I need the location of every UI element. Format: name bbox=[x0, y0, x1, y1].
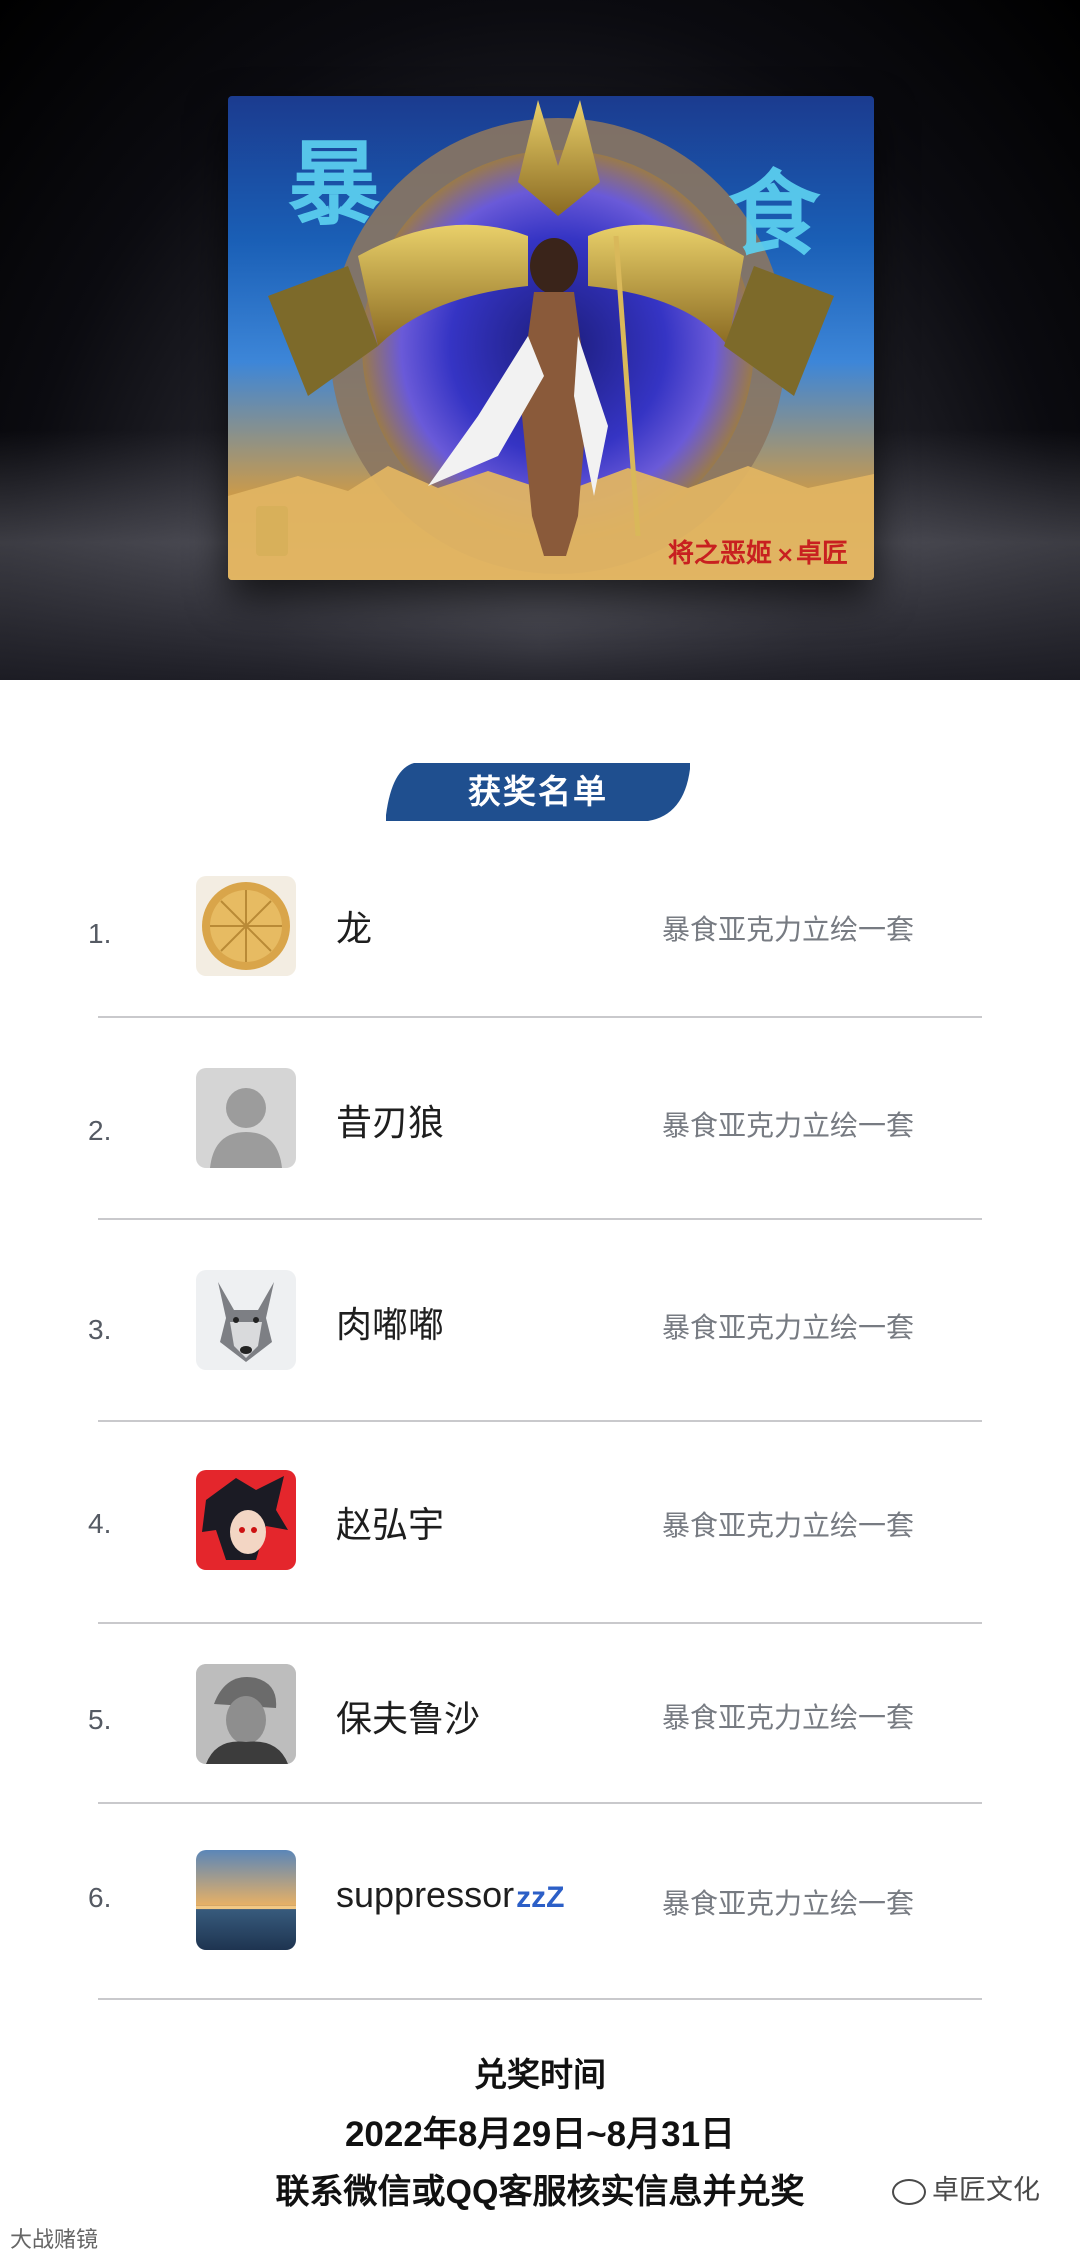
key-art-illustration: 暴 食 将之恶姬 × 卓匠 bbox=[228, 100, 874, 580]
winner-rank: 3. bbox=[88, 1314, 112, 1345]
winner-prize: 暴食亚克力立绘一套 bbox=[662, 1702, 915, 1733]
brand-logo-2: 卓匠 bbox=[796, 539, 848, 569]
art-title-char-2: 食 bbox=[728, 161, 821, 268]
winners-list-title: 获奖名单 bbox=[468, 773, 608, 810]
brand-emblem-icon bbox=[256, 506, 288, 556]
winner-name: suppressorzzZ bbox=[336, 1874, 564, 1916]
art-title-char-1: 暴 bbox=[288, 131, 380, 238]
redeem-title: 兑奖时间 bbox=[474, 2056, 606, 2093]
winner-rank: 4. bbox=[88, 1508, 112, 1539]
anime-avatar-icon bbox=[196, 1470, 296, 1570]
winner-name: 赵弘宇 bbox=[336, 1504, 445, 1545]
row-divider bbox=[98, 1016, 982, 1018]
publisher-watermark-text: 卓匠文化 bbox=[932, 2175, 1040, 2205]
winner-prize: 暴食亚克力立绘一套 bbox=[662, 1888, 915, 1919]
brand-logo-1: 将之恶姬 bbox=[668, 538, 772, 569]
corner-watermark: 大战赌镜 bbox=[10, 2227, 99, 2252]
wolf-avatar-icon bbox=[196, 1270, 296, 1370]
hero-banner: 暴 食 将之恶姬 × 卓匠 bbox=[0, 0, 1080, 680]
sunset-avatar-icon bbox=[196, 1850, 296, 1950]
brand-logo-x: × bbox=[776, 543, 794, 568]
winner-name: 肉嘟嘟 bbox=[336, 1304, 445, 1345]
winner-rank: 6. bbox=[88, 1882, 112, 1913]
pizza-avatar-icon bbox=[196, 876, 296, 976]
redeem-dates: 2022年8月29日~8月31日 bbox=[344, 2115, 736, 2154]
soldier-avatar-icon bbox=[196, 1664, 296, 1764]
key-art-card: 暴 食 将之恶姬 × 卓匠 bbox=[228, 96, 874, 580]
row-divider bbox=[98, 1420, 982, 1422]
winner-prize: 暴食亚克力立绘一套 bbox=[662, 1110, 915, 1141]
row-divider bbox=[98, 1218, 982, 1220]
winner-name: 保夫鲁沙 bbox=[336, 1698, 481, 1739]
winners-list-badge: 获奖名单 bbox=[386, 763, 690, 821]
winner-rank: 1. bbox=[88, 918, 112, 949]
default-person-avatar-icon bbox=[196, 1068, 296, 1168]
winner-rank: 2. bbox=[88, 1115, 112, 1146]
winner-name: 龙 bbox=[336, 908, 373, 949]
publisher-watermark: 卓匠文化 bbox=[892, 2168, 1040, 2207]
sleep-emoji: zzZ bbox=[516, 1881, 565, 1914]
winner-name-text: suppressor bbox=[336, 1874, 515, 1915]
winner-prize: 暴食亚克力立绘一套 bbox=[662, 914, 915, 945]
row-divider bbox=[98, 1802, 982, 1804]
winner-rank: 5. bbox=[88, 1704, 112, 1735]
winner-name: 昔刃狼 bbox=[336, 1102, 445, 1143]
row-divider bbox=[98, 1998, 982, 2000]
winner-prize: 暴食亚克力立绘一套 bbox=[662, 1510, 915, 1541]
row-divider bbox=[98, 1622, 982, 1624]
winner-prize: 暴食亚克力立绘一套 bbox=[662, 1312, 915, 1343]
wechat-icon bbox=[892, 2178, 926, 2205]
